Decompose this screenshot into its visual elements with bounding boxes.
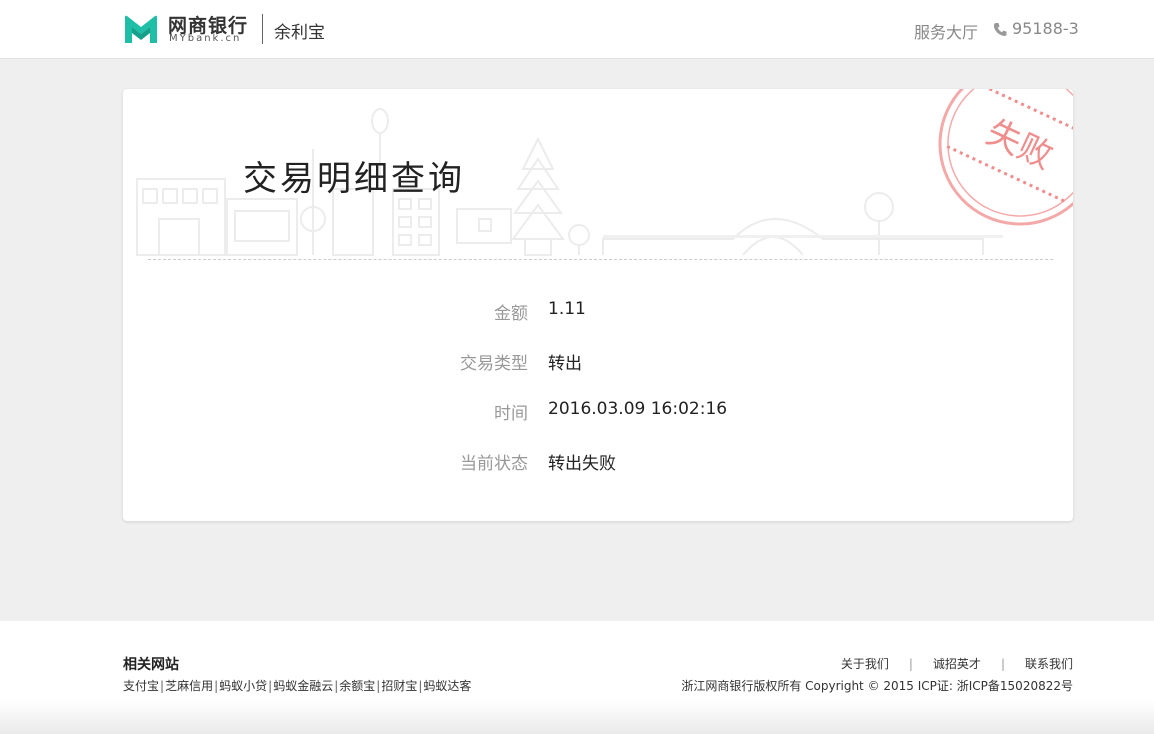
transaction-type-label: 交易类型 [460,354,528,374]
time-value: 2016.03.09 16:02:16 [548,399,728,419]
footer-nav: 关于我们 | 诚招英才 | 联系我们 [841,655,1073,672]
brand-divider [262,14,263,44]
service-hall-link[interactable]: 服务大厅 [914,19,978,43]
link-separator: | [376,679,381,693]
detail-row-amount: 金额 1.11 [123,299,1073,324]
detail-row-status: 当前状态 转出失败 [123,449,1073,474]
link-zhima-credit[interactable]: 芝麻信用 [165,679,213,693]
status-value: 转出失败 [548,454,616,474]
link-separator: | [418,679,423,693]
transaction-type-value: 转出 [548,354,582,374]
mybank-logo-icon[interactable] [123,13,159,45]
nav-separator: | [1000,657,1005,671]
amount-value: 1.11 [548,299,586,319]
transaction-detail-card: 交易明细查询 失败 金额 1.11 交易类型 转出 时间 2016.03.09 … [123,89,1073,521]
time-label: 时间 [494,404,528,424]
link-yuebao[interactable]: 余额宝 [339,679,375,693]
link-ant-dake[interactable]: 蚂蚁达客 [423,679,471,693]
related-sites-title: 相关网站 [123,657,179,673]
top-header: 网商银行 MYbank.cn 余利宝 服务大厅 95188-3 [0,0,1154,59]
about-us-link[interactable]: 关于我们 [841,657,889,671]
link-separator: | [268,679,273,693]
brand-domain: MYbank.cn [169,33,242,44]
failed-stamp-icon: 失败 [938,89,1073,226]
link-separator: | [160,679,165,693]
nav-separator: | [908,657,913,671]
status-label: 当前状态 [460,454,528,474]
link-separator: | [334,679,339,693]
contact-us-link[interactable]: 联系我们 [1025,657,1073,671]
link-ant-fincloud[interactable]: 蚂蚁金融云 [273,679,333,693]
product-name: 余利宝 [274,23,325,43]
related-sites-links: 支付宝|芝麻信用|蚂蚁小贷|蚂蚁金融云|余额宝|招财宝|蚂蚁达客 [123,677,471,694]
link-separator: | [214,679,219,693]
phone-icon [993,23,1007,36]
footer-fade [0,700,1154,734]
link-zhaocaibao[interactable]: 招财宝 [381,679,417,693]
amount-label: 金额 [494,304,528,324]
divider-dashed [148,259,1053,260]
page-title: 交易明细查询 [243,159,465,199]
link-alipay[interactable]: 支付宝 [123,679,159,693]
detail-row-type: 交易类型 转出 [123,349,1073,374]
careers-link[interactable]: 诚招英才 [933,657,981,671]
copyright-text: 浙江网商银行版权所有 Copyright © 2015 ICP证: 浙ICP备1… [681,679,1073,693]
link-ant-microloan[interactable]: 蚂蚁小贷 [219,679,267,693]
hotline-number: 95188-3 [1012,19,1079,38]
detail-row-time: 时间 2016.03.09 16:02:16 [123,399,1073,424]
